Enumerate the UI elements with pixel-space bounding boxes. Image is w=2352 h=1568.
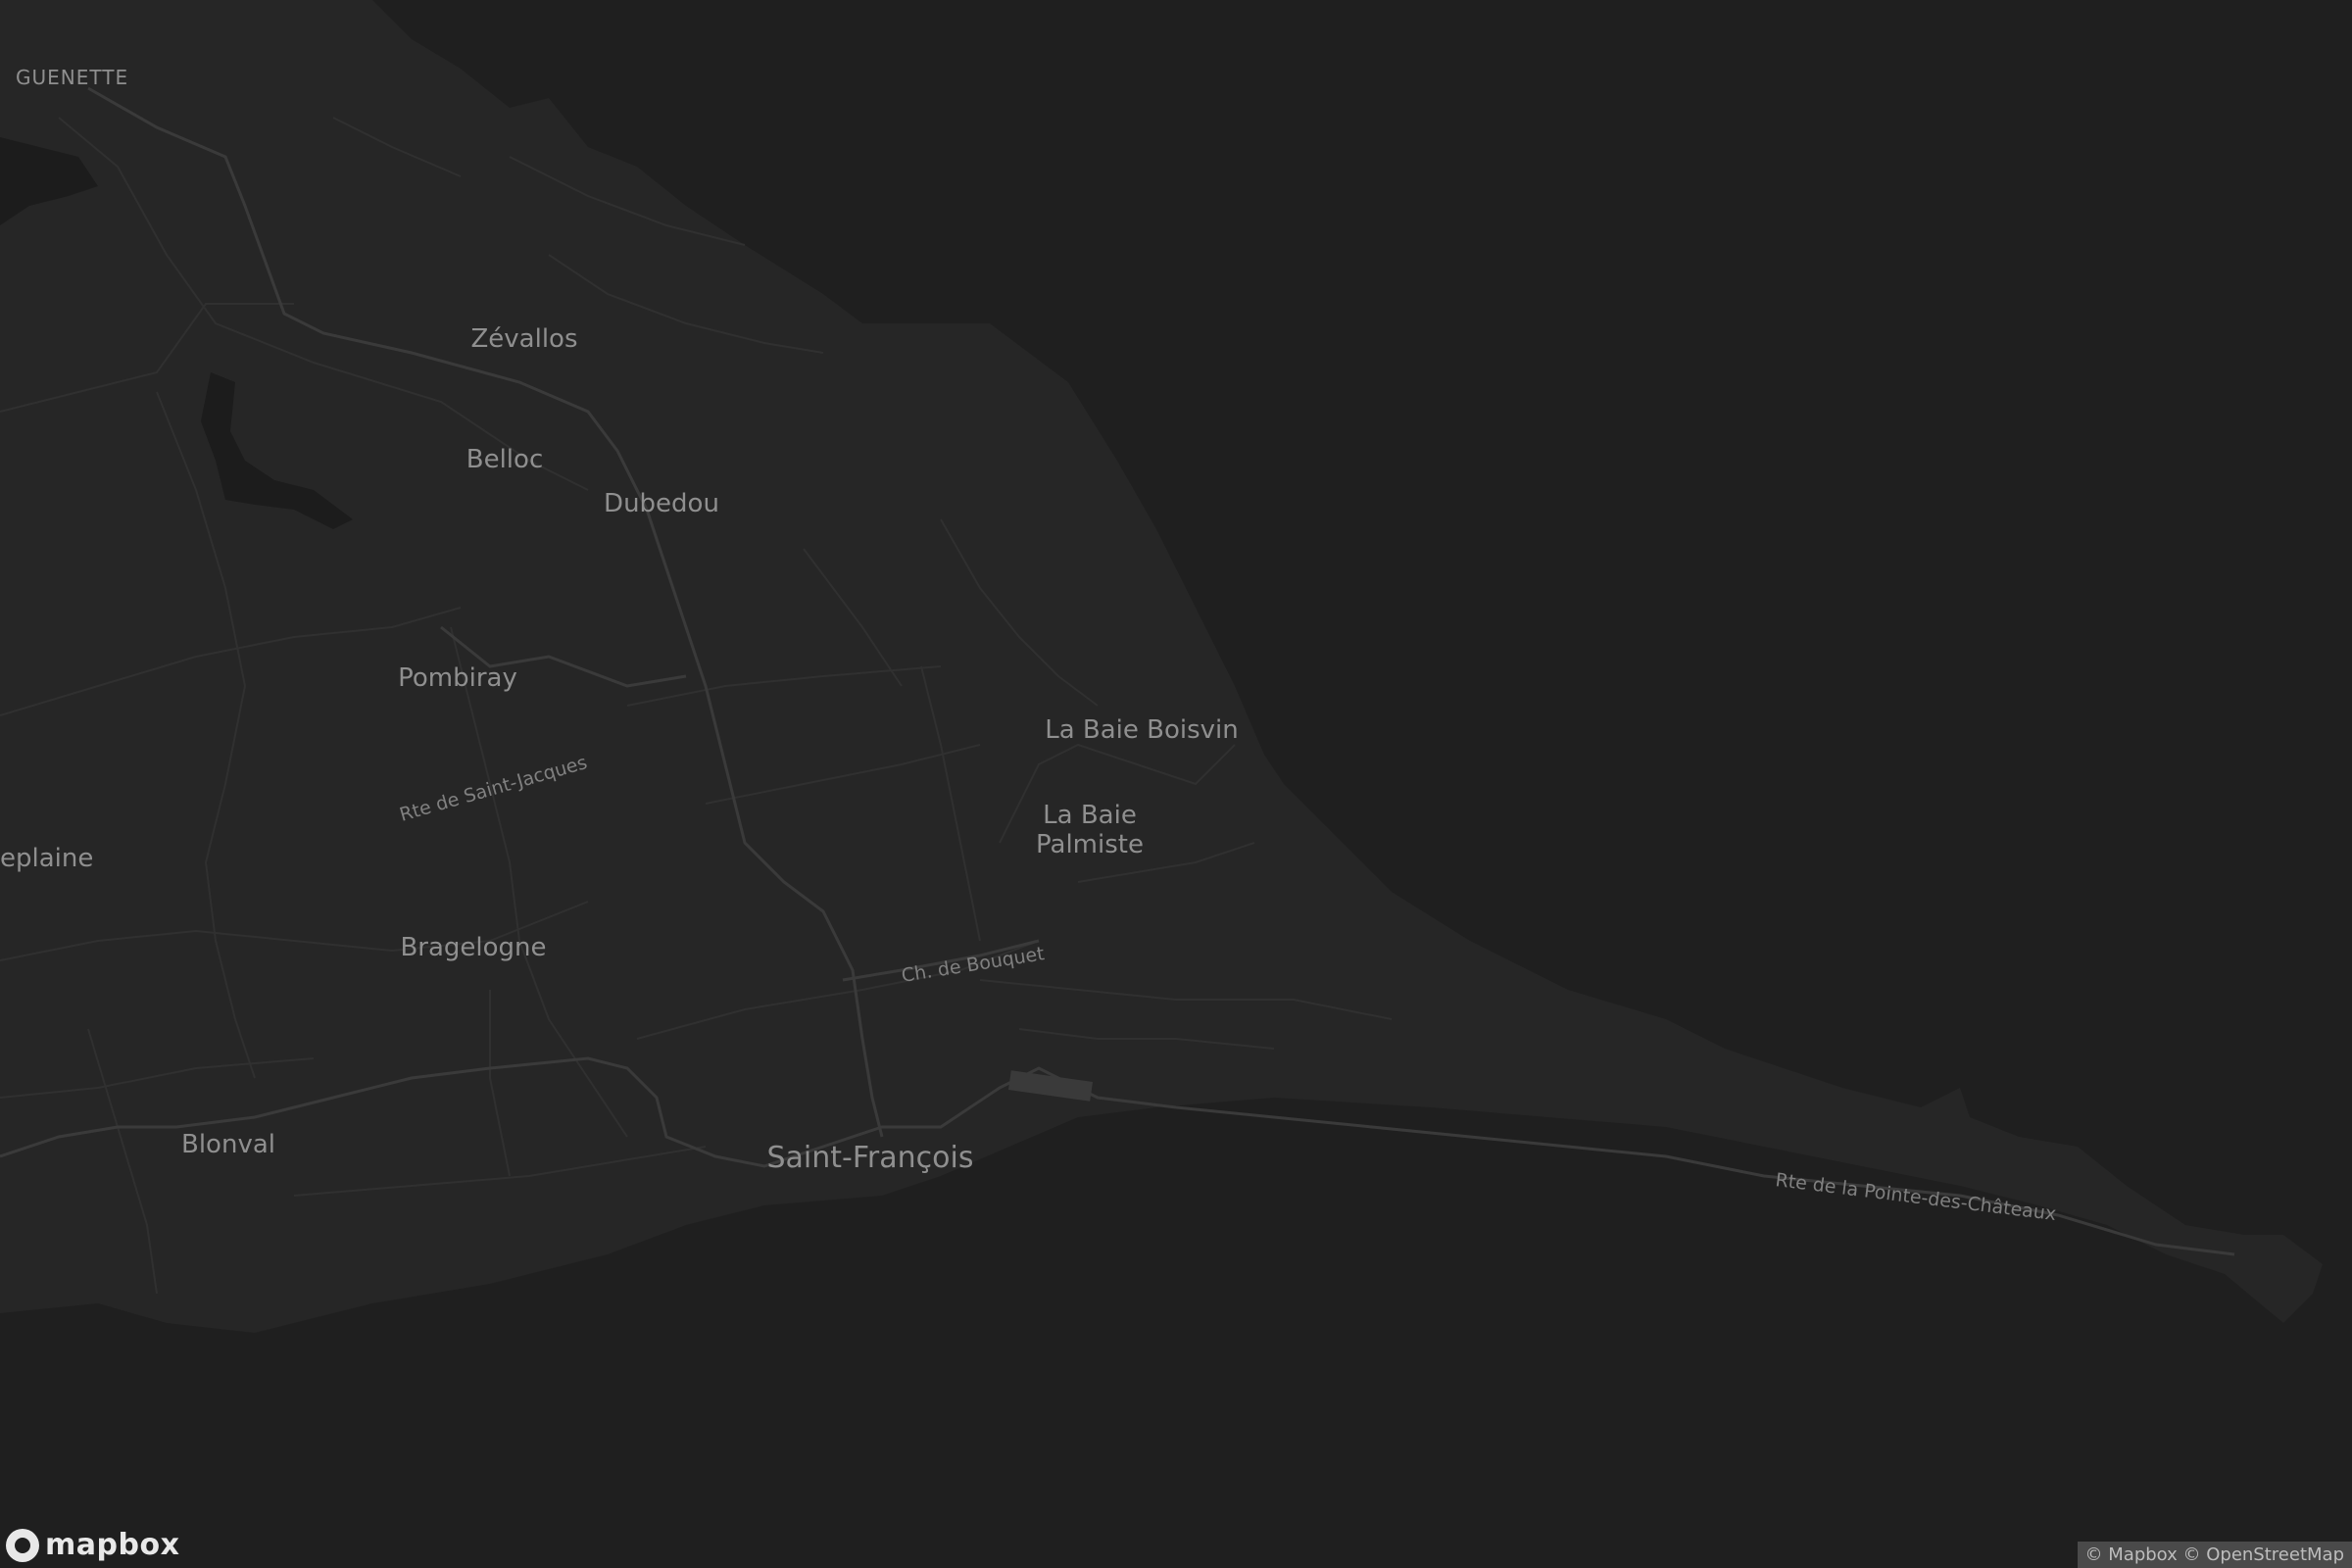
place-label-la-baie-boisvin: La Baie Boisvin: [1045, 715, 1239, 745]
place-label-belloc: Belloc: [466, 445, 543, 474]
mapbox-logo[interactable]: mapbox: [6, 1528, 179, 1562]
map-canvas[interactable]: GUENETTE Zévallos Belloc Dubedou Pombira…: [0, 0, 2352, 1568]
place-label-la-baie-palmiste: La Baie: [1043, 801, 1137, 830]
mapbox-logo-icon: [6, 1528, 39, 1562]
place-label-bragelogne: Bragelogne: [400, 933, 546, 962]
map-attribution[interactable]: © Mapbox © OpenStreetMap: [2077, 1542, 2352, 1568]
place-label-dubedou: Dubedou: [604, 489, 719, 518]
place-label-pombiray: Pombiray: [398, 663, 517, 693]
place-label-eplaine: eplaine: [0, 844, 93, 873]
place-label-saint-francois: Saint-François: [767, 1141, 974, 1175]
place-label-guenette: GUENETTE: [16, 66, 128, 89]
mapbox-logo-text: mapbox: [45, 1528, 180, 1562]
place-label-la-baie-palmiste: Palmiste: [1036, 830, 1144, 859]
place-label-blonval: Blonval: [181, 1130, 275, 1159]
place-label-zevallos: Zévallos: [470, 324, 577, 354]
